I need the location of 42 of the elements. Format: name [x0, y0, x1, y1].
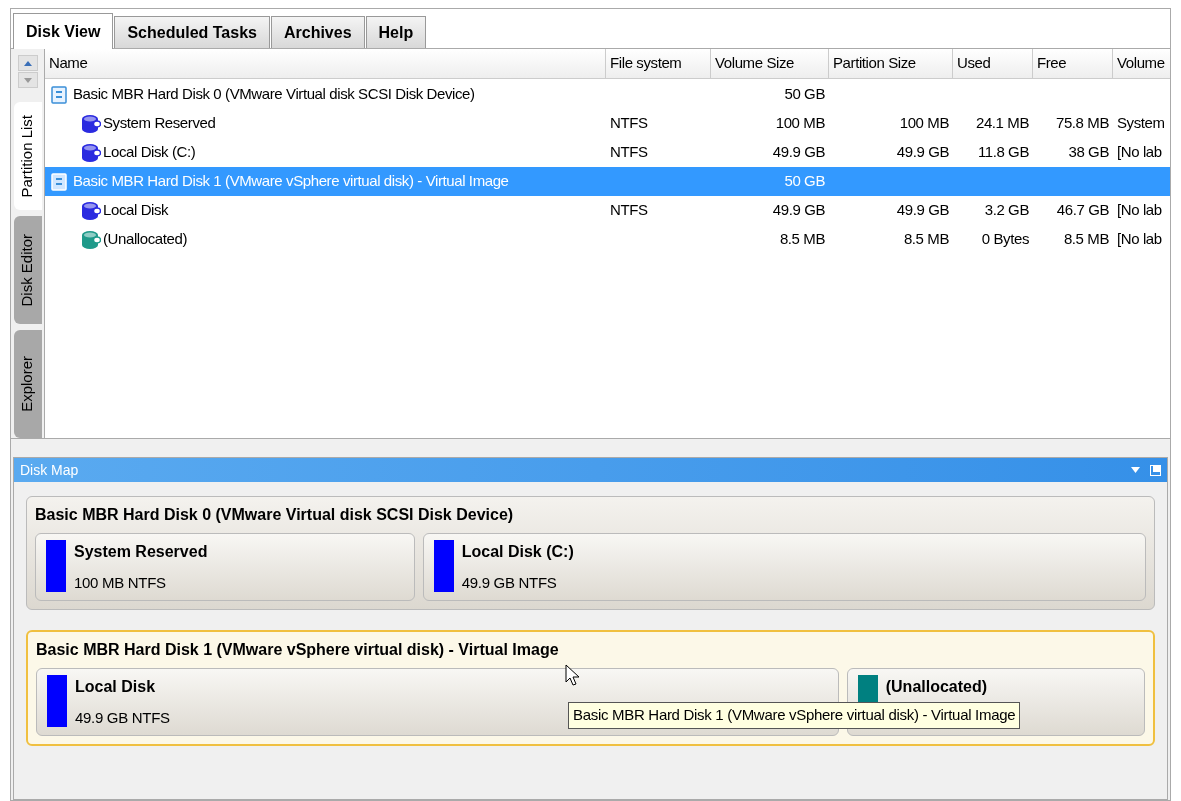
- table-cell-text: NTFS: [610, 113, 648, 134]
- table-cell-text: NTFS: [610, 142, 648, 163]
- table-cell-text: [No lab: [1117, 229, 1162, 250]
- table-cell-text: 3.2 GB: [984, 200, 1029, 221]
- table-cell-text: [No lab: [1117, 142, 1162, 163]
- partition-detail: 49.9 GB NTFS: [461, 573, 558, 593]
- table-cell-text: 49.9 GB: [896, 200, 949, 221]
- table-cell-text: 75.8 MB: [1055, 113, 1109, 134]
- partition-detail: 49.9 GB NTFS: [75, 708, 170, 728]
- table-cell-text: Local Disk (C:): [103, 142, 196, 163]
- table-cell-text: 46.7 GB: [1056, 200, 1109, 221]
- table-cell-text: 49.9 GB: [896, 142, 949, 163]
- table-cell-text: 11.8 GB: [977, 142, 1029, 163]
- table-cell-text: 50 GB: [784, 171, 825, 192]
- panel-title: Disk Map: [20, 460, 79, 480]
- table-cell-text: 24.1 MB: [975, 113, 1029, 134]
- table-cell-text: 8.5 MB: [903, 229, 949, 250]
- partition-name: (Unallocated): [885, 677, 988, 697]
- table-cell-text: NTFS: [610, 200, 648, 221]
- table-cell-text: (Unallocated): [103, 229, 187, 250]
- table-cell-text: 38 GB: [1068, 142, 1109, 163]
- table-cell-text: [No lab: [1117, 200, 1162, 221]
- table-cell-text: 100 MB: [899, 113, 949, 134]
- tooltip: Basic MBR Hard Disk 1 (VMware vSphere virtual disk) - Virtual Image: [568, 702, 1021, 729]
- table-cell-text: 0 Bytes: [981, 229, 1029, 250]
- partition-name: Local Disk (C:): [461, 542, 574, 562]
- table-cell-text: Local Disk: [103, 200, 169, 221]
- partition-detail: 100 MB NTFS: [74, 573, 167, 593]
- disk-title: Basic MBR Hard Disk 1 (VMware vSphere virtual disk) - Virtual Image: [36, 640, 560, 660]
- table-cell-text: Basic MBR Hard Disk 0 (VMware Virtual disk SCSI Disk Device): [73, 84, 475, 105]
- table-cell-text: 50 GB: [784, 84, 825, 105]
- table-cell-text: 100 MB: [775, 113, 825, 134]
- table-cell-text: 8.5 MB: [1063, 229, 1109, 250]
- partition-name: System Reserved: [74, 542, 208, 562]
- table-cell-text: Basic MBR Hard Disk 1 (VMware vSphere virtual disk) - Virtual Image: [73, 171, 509, 192]
- table-cell-text: System: [1117, 113, 1165, 134]
- disk-title: Basic MBR Hard Disk 0 (VMware Virtual disk SCSI Disk Device): [35, 505, 515, 525]
- partition-name: Local Disk: [75, 677, 157, 697]
- table-cell-text: 49.9 GB: [772, 142, 825, 163]
- table-cell-text: System Reserved: [103, 113, 216, 134]
- table-cell-text: 8.5 MB: [779, 229, 825, 250]
- table-cell-text: 49.9 GB: [772, 200, 825, 221]
